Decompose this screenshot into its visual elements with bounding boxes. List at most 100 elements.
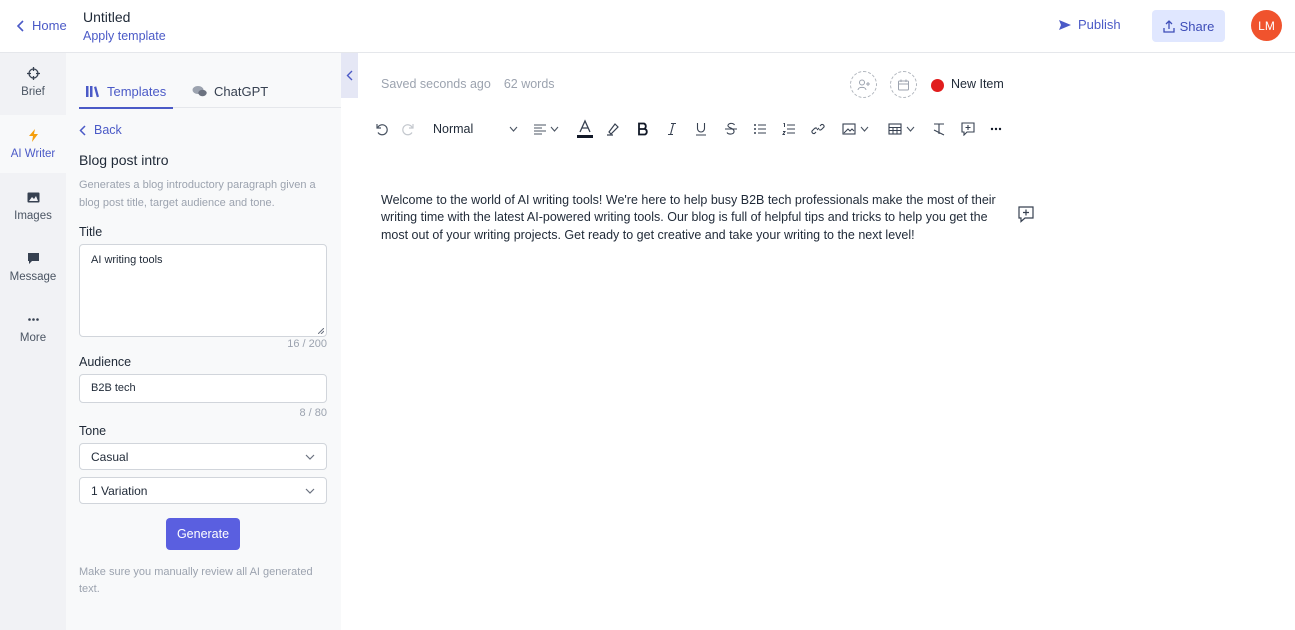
rail-label: More bbox=[19, 331, 47, 344]
strikethrough-icon bbox=[725, 122, 737, 135]
text-style-caret[interactable] bbox=[507, 116, 519, 142]
back-link[interactable]: Back bbox=[79, 123, 122, 137]
align-button[interactable] bbox=[531, 116, 561, 142]
rail-label: Brief bbox=[21, 85, 45, 98]
title-counter: 16 / 200 bbox=[287, 338, 327, 350]
variation-select[interactable]: 1 Variation bbox=[79, 477, 327, 504]
share-label: Share bbox=[1179, 18, 1215, 34]
home-link[interactable]: Home bbox=[16, 18, 67, 33]
rail-item-brief[interactable]: Brief bbox=[0, 53, 66, 111]
back-label: Back bbox=[94, 123, 122, 137]
clear-format-button[interactable] bbox=[931, 116, 947, 142]
comment-plus-icon[interactable] bbox=[1017, 205, 1035, 223]
audience-counter: 8 / 80 bbox=[299, 407, 327, 419]
lightning-icon bbox=[28, 128, 38, 142]
rail-item-message[interactable]: Message bbox=[0, 238, 66, 296]
user-avatar[interactable]: LM bbox=[1251, 10, 1282, 41]
review-note: Make sure you manually review all AI gen… bbox=[79, 566, 313, 595]
numbered-list-button[interactable] bbox=[781, 116, 797, 142]
generate-button[interactable]: Generate bbox=[166, 518, 240, 550]
underline-button[interactable] bbox=[693, 116, 709, 142]
rail-item-ai-writer[interactable]: AI Writer bbox=[0, 115, 66, 173]
highlighter-icon bbox=[607, 123, 619, 136]
text-color-icon bbox=[577, 119, 593, 138]
more-tools-button[interactable] bbox=[988, 116, 1004, 142]
more-dots-icon bbox=[27, 317, 39, 321]
chevron-left-icon bbox=[346, 70, 353, 81]
redo-icon bbox=[402, 124, 414, 136]
tab-templates[interactable]: Templates bbox=[78, 75, 174, 109]
chevron-down-icon bbox=[509, 126, 517, 132]
left-rail: Brief AI Writer Images Message More bbox=[0, 53, 66, 630]
tab-chatgpt[interactable]: ChatGPT bbox=[192, 75, 268, 108]
saved-text: Saved seconds ago bbox=[381, 77, 491, 91]
ai-writer-panel: Templates ChatGPT Back Blog post intro G… bbox=[66, 53, 341, 630]
tone-label: Tone bbox=[79, 424, 107, 438]
chevron-left-icon bbox=[16, 19, 24, 32]
text-style-value: Normal bbox=[433, 122, 474, 136]
tab-label: Templates bbox=[107, 84, 167, 99]
home-label: Home bbox=[32, 18, 67, 33]
undo-button[interactable] bbox=[373, 116, 389, 142]
crosshair-icon bbox=[26, 66, 40, 80]
image-icon bbox=[27, 192, 39, 202]
editor-scrollbar[interactable] bbox=[1290, 53, 1295, 630]
message-icon bbox=[27, 252, 39, 264]
collapse-panel-button[interactable] bbox=[341, 53, 358, 98]
clear-format-icon bbox=[933, 123, 945, 136]
text-style-select[interactable]: Normal bbox=[433, 116, 473, 142]
underline-icon bbox=[696, 123, 706, 136]
send-icon bbox=[1059, 19, 1071, 30]
more-dots-icon bbox=[990, 127, 1002, 131]
align-left-icon bbox=[534, 124, 546, 135]
assign-user-button[interactable] bbox=[850, 71, 877, 98]
undo-icon bbox=[376, 124, 388, 136]
tone-select[interactable]: Casual bbox=[79, 443, 327, 470]
document-title[interactable]: Untitled bbox=[83, 9, 130, 25]
tab-label: ChatGPT bbox=[214, 84, 269, 99]
image-icon bbox=[841, 123, 856, 135]
add-comment-button[interactable] bbox=[960, 116, 976, 142]
chevron-down-icon bbox=[906, 126, 914, 132]
title-value: AI writing tools bbox=[91, 254, 163, 266]
strikethrough-button[interactable] bbox=[723, 116, 739, 142]
panel-tabs: Templates ChatGPT bbox=[78, 75, 341, 109]
bullet-list-icon bbox=[754, 124, 766, 134]
apply-template-link[interactable]: Apply template bbox=[83, 29, 166, 43]
add-user-icon bbox=[857, 79, 870, 90]
due-date-button[interactable] bbox=[890, 71, 917, 98]
rail-label: Images bbox=[14, 209, 52, 222]
audience-value: B2B tech bbox=[91, 382, 136, 394]
highlight-button[interactable] bbox=[605, 116, 621, 142]
status-dot bbox=[931, 79, 944, 92]
link-button[interactable] bbox=[810, 116, 826, 142]
library-icon bbox=[86, 86, 99, 98]
publish-button[interactable]: Publish bbox=[1058, 17, 1121, 32]
tone-value: Casual bbox=[91, 449, 129, 464]
template-name: Blog post intro bbox=[79, 152, 169, 168]
variation-value: 1 Variation bbox=[91, 483, 148, 498]
editor-body[interactable]: Welcome to the world of AI writing tools… bbox=[381, 192, 1013, 244]
status-dropdown[interactable]: New Item bbox=[951, 77, 1004, 91]
rail-label: AI Writer bbox=[10, 147, 56, 160]
rail-item-more[interactable]: More bbox=[0, 299, 66, 357]
table-insert-button[interactable] bbox=[885, 116, 917, 142]
save-status: Saved seconds ago 62 words bbox=[381, 77, 555, 91]
audience-label: Audience bbox=[79, 355, 132, 369]
resize-grip-icon[interactable] bbox=[318, 328, 324, 334]
redo-button[interactable] bbox=[401, 116, 417, 142]
audience-input[interactable]: B2B tech bbox=[79, 374, 327, 403]
title-textarea[interactable]: AI writing tools bbox=[79, 244, 327, 337]
share-button[interactable]: Share bbox=[1152, 10, 1225, 42]
text-color-button[interactable] bbox=[576, 116, 594, 142]
rail-item-images[interactable]: Images bbox=[0, 177, 66, 235]
bold-button[interactable] bbox=[635, 116, 651, 142]
chevron-down-icon bbox=[550, 126, 559, 132]
word-count: 62 words bbox=[503, 77, 555, 91]
rail-label: Message bbox=[9, 270, 57, 283]
bullet-list-button[interactable] bbox=[752, 116, 768, 142]
italic-button[interactable] bbox=[664, 116, 680, 142]
chevron-left-icon bbox=[79, 124, 86, 136]
title-label: Title bbox=[79, 225, 103, 239]
image-insert-button[interactable] bbox=[839, 116, 871, 142]
